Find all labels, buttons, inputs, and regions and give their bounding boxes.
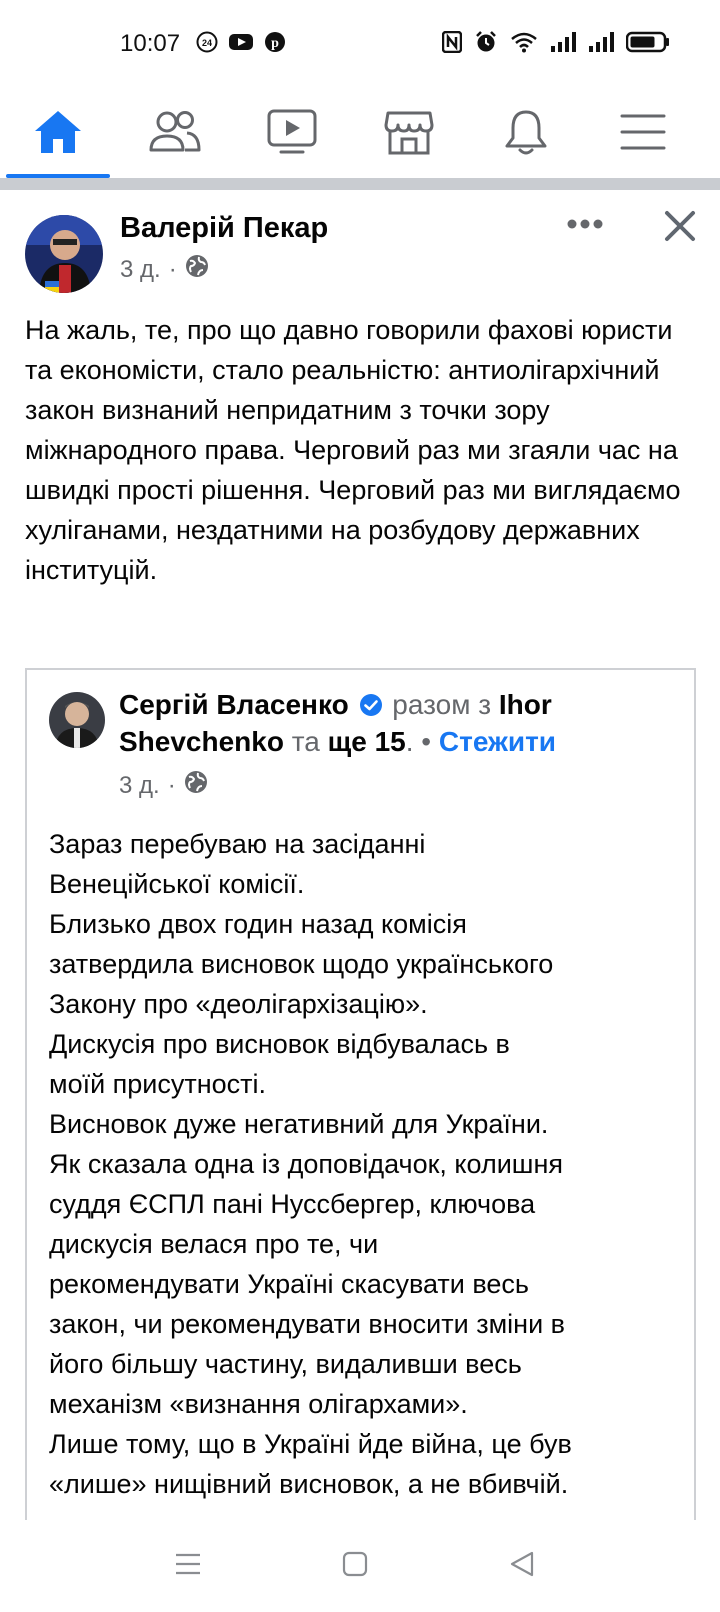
text-line: Лише тому, що в Україні йде війна, це бу… bbox=[49, 1429, 572, 1459]
status-notification-icons: 24 p bbox=[196, 31, 286, 53]
system-navigation-bar bbox=[0, 1520, 720, 1612]
shared-post[interactable]: Сергій Власенко разом з Ihor Shevchenko … bbox=[25, 668, 696, 1520]
meta-separator: · bbox=[167, 771, 176, 799]
pinterest-icon: p bbox=[264, 31, 286, 53]
tab-friends[interactable] bbox=[117, 90, 233, 178]
verified-badge-icon bbox=[359, 689, 383, 716]
tab-watch[interactable] bbox=[234, 90, 350, 178]
nav-divider bbox=[0, 178, 720, 190]
tab-marketplace[interactable] bbox=[351, 90, 467, 178]
text-line: затвердила висновок щодо українського bbox=[49, 949, 554, 979]
signal-icon bbox=[550, 32, 576, 52]
text-line: Близько двох годин назад комісія bbox=[49, 909, 467, 939]
tab-menu[interactable] bbox=[585, 90, 701, 178]
with-label: разом з bbox=[392, 689, 492, 720]
more-options-button[interactable] bbox=[560, 210, 610, 240]
shared-post-time[interactable]: 3 д. bbox=[119, 772, 160, 800]
follow-separator: . • bbox=[405, 726, 432, 757]
nfc-icon bbox=[442, 31, 462, 53]
and-label: та bbox=[291, 726, 320, 757]
post-time[interactable]: 3 д. bbox=[120, 256, 161, 284]
post-body-text: На жаль, те, про що давно говорили фахов… bbox=[25, 315, 681, 585]
menu-icon bbox=[620, 113, 666, 156]
marketplace-icon bbox=[384, 109, 434, 160]
youtube-icon bbox=[228, 32, 254, 52]
others-link[interactable]: ще 15 bbox=[328, 726, 406, 757]
text-line: Венеційської комісії. bbox=[49, 869, 305, 899]
tab-home[interactable] bbox=[0, 90, 116, 178]
more-dots-icon bbox=[567, 216, 603, 234]
text-line: Дискусія про висновок відбувалась в bbox=[49, 1029, 510, 1059]
bell-icon bbox=[503, 108, 549, 161]
text-line: рекомендувати Україні скасувати весь bbox=[49, 1269, 529, 1299]
meta-separator: · bbox=[168, 255, 177, 283]
back-triangle-icon bbox=[509, 1550, 535, 1583]
globe-icon bbox=[185, 254, 209, 285]
author-name[interactable]: Валерій Пекар bbox=[120, 212, 328, 245]
back-button[interactable] bbox=[492, 1546, 552, 1586]
text-line: «лише» нищівний висновок, а не вбивчій. bbox=[49, 1469, 569, 1499]
alarm-icon bbox=[474, 30, 498, 54]
square-icon bbox=[342, 1551, 368, 1582]
recent-apps-button[interactable] bbox=[158, 1546, 218, 1586]
top-nav bbox=[0, 90, 720, 178]
shared-post-header: Сергій Власенко разом з Ihor Shevchenko … bbox=[119, 686, 679, 760]
shared-author-avatar[interactable] bbox=[49, 692, 105, 748]
friends-icon bbox=[149, 110, 201, 159]
hide-post-button[interactable] bbox=[660, 208, 700, 248]
text-line: моїй присутності. bbox=[49, 1069, 267, 1099]
text-line: закон, чи рекомендувати вносити зміни в bbox=[49, 1309, 565, 1339]
24-news-icon: 24 bbox=[196, 31, 218, 53]
post-meta: 3 д. · bbox=[120, 254, 209, 285]
text-line: Закону про «деолігархізацію». bbox=[49, 989, 428, 1019]
text-line: суддя ЄСПЛ пані Нуссбергер, ключова bbox=[49, 1189, 536, 1219]
shared-post-text: Зараз перебуваю на засіданні Венеційсько… bbox=[49, 824, 679, 1504]
close-icon bbox=[664, 210, 696, 247]
feed-post: Валерій Пекар 3 д. · На жаль, те, про що… bbox=[0, 190, 720, 1520]
battery-icon bbox=[626, 31, 670, 53]
follow-button[interactable]: Стежити bbox=[439, 726, 556, 757]
svg-text:p: p bbox=[271, 36, 279, 51]
globe-icon bbox=[184, 770, 208, 801]
text-line: Висновок дуже негативний для України. bbox=[49, 1109, 549, 1139]
status-bar: 10:07 24 p bbox=[0, 0, 720, 90]
author-avatar[interactable] bbox=[25, 215, 103, 293]
text-line: Зараз перебуваю на засіданні bbox=[49, 829, 426, 859]
menu-lines-icon bbox=[174, 1552, 202, 1581]
svg-text:24: 24 bbox=[202, 38, 212, 48]
text-line: дискусія велася про те, чи bbox=[49, 1229, 379, 1259]
status-time: 10:07 bbox=[120, 30, 181, 57]
home-icon bbox=[33, 109, 83, 160]
text-line: Як сказала одна із доповідачок, колишня bbox=[49, 1149, 563, 1179]
signal-icon bbox=[588, 32, 614, 52]
home-button[interactable] bbox=[325, 1546, 385, 1586]
text-line: механізм «визнання олігархами». bbox=[49, 1389, 468, 1419]
shared-post-meta: 3 д. · bbox=[119, 770, 208, 801]
status-system-icons bbox=[442, 30, 670, 54]
wifi-icon bbox=[510, 31, 538, 53]
shared-author-name[interactable]: Сергій Власенко bbox=[119, 689, 349, 720]
text-line: його більшу частину, видаливши весь bbox=[49, 1349, 522, 1379]
video-icon bbox=[267, 109, 317, 160]
tab-notifications[interactable] bbox=[468, 90, 584, 178]
